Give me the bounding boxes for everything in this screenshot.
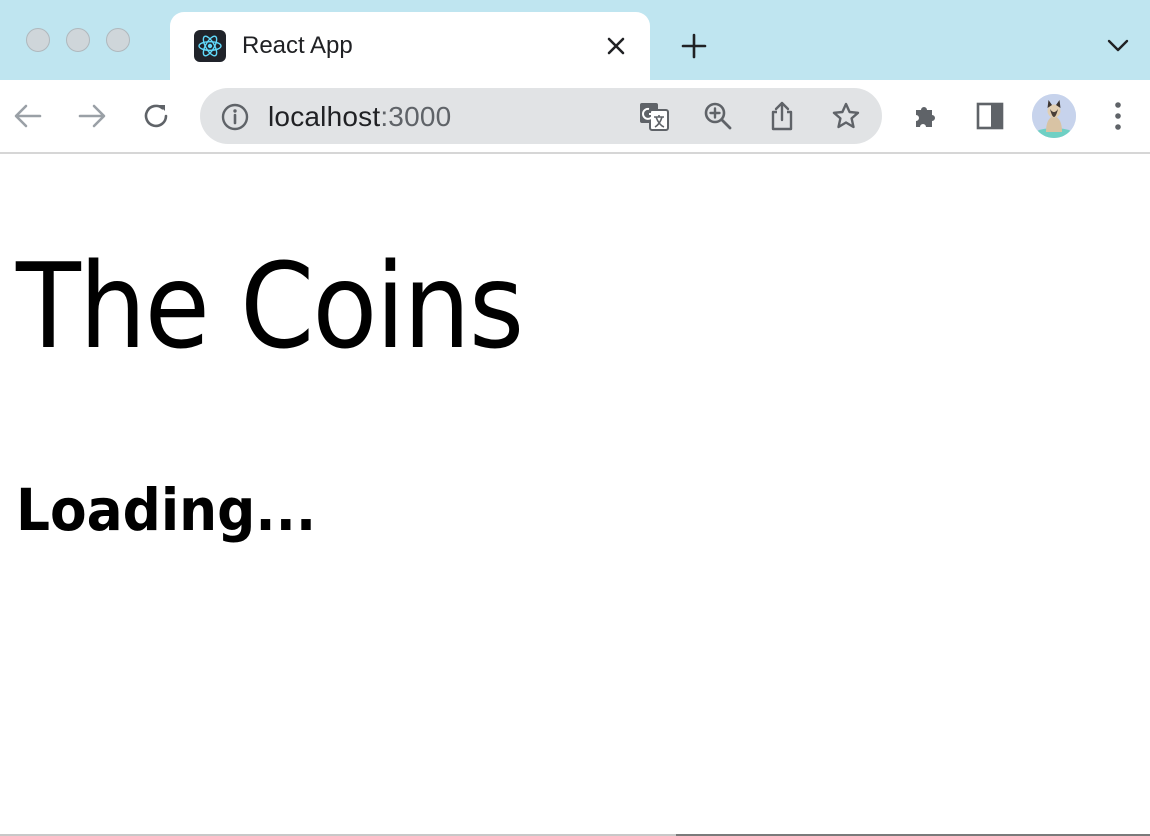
- tab-title: React App: [242, 32, 353, 59]
- plus-icon[interactable]: [676, 28, 712, 64]
- arrow-right-icon[interactable]: [70, 94, 114, 138]
- kebab-menu-icon[interactable]: [1096, 94, 1140, 138]
- puzzle-icon[interactable]: [904, 94, 948, 138]
- info-icon[interactable]: [220, 102, 250, 132]
- arrow-left-icon[interactable]: [6, 94, 50, 138]
- react-logo-icon: [194, 30, 226, 62]
- zoom-icon[interactable]: [698, 96, 738, 136]
- browser-window: React App localhost:3000 The Coins Loadi…: [0, 0, 1150, 836]
- url-host: localhost: [268, 101, 381, 132]
- tab-react-app[interactable]: React App: [170, 12, 650, 80]
- window-close-button[interactable]: [26, 28, 50, 52]
- browser-toolbar: localhost:3000: [0, 80, 1150, 154]
- url-port: :3000: [380, 101, 452, 132]
- address-url: localhost:3000: [268, 101, 451, 133]
- reload-icon[interactable]: [134, 94, 178, 138]
- star-icon[interactable]: [826, 96, 866, 136]
- chevron-down-icon[interactable]: [1104, 32, 1132, 60]
- tab-strip: React App: [0, 0, 1150, 80]
- side-panel-icon[interactable]: [968, 94, 1012, 138]
- window-minimize-button[interactable]: [66, 28, 90, 52]
- page-title: The Coins: [16, 237, 524, 375]
- avatar[interactable]: [1032, 94, 1076, 138]
- omnibox[interactable]: localhost:3000: [200, 88, 882, 144]
- window-zoom-button[interactable]: [106, 28, 130, 52]
- share-icon[interactable]: [762, 96, 802, 136]
- loading-status: Loading...: [16, 476, 317, 544]
- page-content: The Coins Loading...: [0, 154, 1150, 834]
- translate-icon[interactable]: [634, 96, 674, 136]
- close-icon[interactable]: [602, 32, 630, 60]
